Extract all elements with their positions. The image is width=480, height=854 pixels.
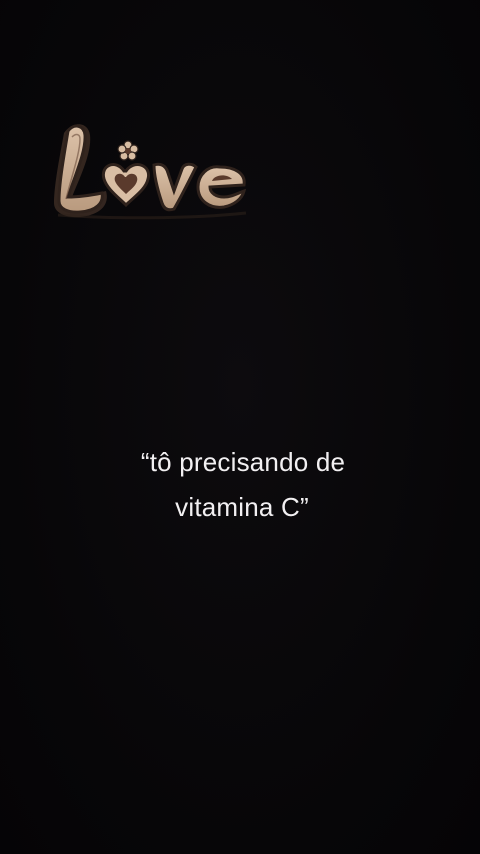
flower-icon bbox=[117, 140, 139, 161]
love-sticker-icon bbox=[50, 115, 252, 227]
quote-caption: “tô precisando de vitamina C” bbox=[0, 440, 480, 530]
quote-line-1: “tô precisando de bbox=[140, 447, 346, 477]
quote-line-2: vitamina C” bbox=[175, 492, 309, 522]
video-frame: “tô precisando de vitamina C” bbox=[0, 0, 480, 854]
